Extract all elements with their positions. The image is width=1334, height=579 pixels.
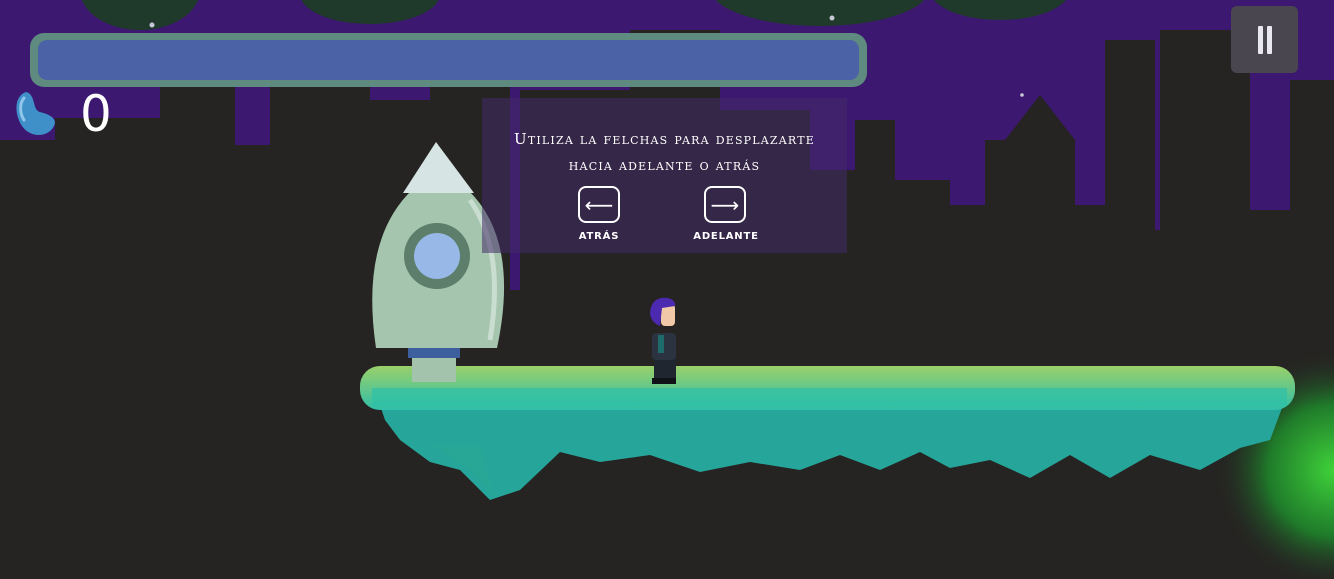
arrow-left-icon: ⟵ (584, 192, 614, 217)
forward-key-button[interactable]: ⟶ (704, 186, 746, 223)
level-progress-fill (38, 40, 859, 80)
tutorial-panel: Utiliza la felchas para desplazarte haci… (482, 98, 847, 253)
tutorial-line-2: hacia adelante o atrás (568, 156, 761, 174)
tutorial-line-1: Utiliza la felchas para desplazarte (514, 130, 815, 148)
tutorial-instructions: Utiliza la felchas para desplazarte haci… (482, 126, 847, 178)
jelly-bean-icon (16, 92, 55, 135)
level-progress-bar (30, 33, 867, 87)
pause-button[interactable] (1231, 6, 1298, 73)
back-key-button[interactable]: ⟵ (578, 186, 620, 223)
back-key-label: ATRÁS (578, 231, 620, 242)
arrow-right-icon: ⟶ (710, 192, 740, 217)
forward-key-label: ADELANTE (693, 231, 759, 242)
bean-counter: 0 (80, 85, 112, 143)
